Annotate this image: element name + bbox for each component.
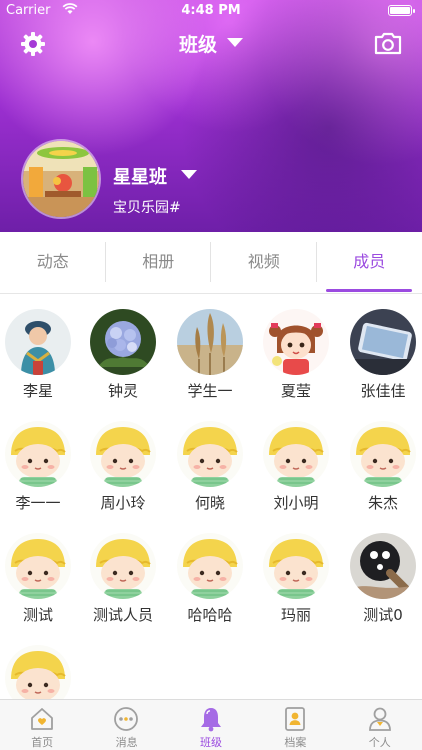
- member-item[interactable]: 钟灵: [81, 309, 165, 419]
- member-name: 张佳佳: [360, 382, 406, 400]
- member-item[interactable]: 夏莹: [254, 309, 338, 419]
- member-item[interactable]: 测试0: [341, 533, 422, 643]
- member-name: 测试: [22, 606, 53, 624]
- tabbar-class[interactable]: 班级: [169, 700, 253, 750]
- member-name: 刘小明: [273, 494, 319, 512]
- member-name: 朱杰: [367, 494, 398, 512]
- member-avatar: [177, 309, 243, 375]
- member-avatar: [263, 309, 329, 375]
- tab-video[interactable]: 视频: [211, 232, 317, 293]
- member-avatar: [90, 533, 156, 599]
- member-avatar: [90, 421, 156, 487]
- member-name: 李星: [22, 382, 53, 400]
- member-name: 周小玲: [100, 494, 146, 512]
- member-name: 测试0: [363, 606, 403, 624]
- chat-icon: [114, 707, 139, 731]
- member-item[interactable]: 李星: [0, 309, 80, 419]
- member-name: 钟灵: [107, 382, 138, 400]
- tab-updates[interactable]: 动态: [0, 232, 106, 293]
- page-title: 班级: [178, 34, 217, 56]
- member-item[interactable]: 李一一: [0, 421, 80, 531]
- member-item[interactable]: 朱杰: [341, 421, 422, 531]
- member-avatar: [5, 309, 71, 375]
- status-bar: Carrier 4:48 PM: [0, 0, 422, 22]
- member-avatar: [263, 421, 329, 487]
- tabbar-home[interactable]: 首页: [0, 700, 84, 750]
- active-tab-indicator: [326, 289, 412, 292]
- class-title-dropdown[interactable]: 班级: [0, 30, 422, 57]
- class-avatar[interactable]: [21, 139, 101, 219]
- member-item[interactable]: 周小玲: [81, 421, 165, 531]
- member-name: 玛丽: [280, 606, 311, 624]
- member-avatar: [5, 533, 71, 599]
- class-name[interactable]: 星星班: [113, 163, 167, 189]
- member-avatar: [5, 421, 71, 487]
- member-item[interactable]: 玛丽: [254, 533, 338, 643]
- tabbar-label: 首页: [31, 736, 54, 749]
- member-item[interactable]: 刘小明: [254, 421, 338, 531]
- member-avatar: [177, 533, 243, 599]
- member-name: 测试人员: [92, 606, 153, 624]
- member-avatar: [263, 533, 329, 599]
- bottom-tab-bar: 首页 消息 班级 档案 个人: [0, 699, 422, 750]
- classroom-photo: [23, 141, 99, 217]
- header-banner: Carrier 4:48 PM 班级 星星班 宝贝乐园#: [0, 0, 422, 232]
- tab-members[interactable]: 成员: [317, 232, 422, 293]
- school-name: 宝贝乐园#: [113, 200, 181, 216]
- member-avatar: [90, 309, 156, 375]
- member-item[interactable]: 何晓: [168, 421, 252, 531]
- tabbar-label: 消息: [115, 736, 138, 749]
- person-icon: [368, 707, 391, 731]
- chevron-down-icon: [227, 38, 243, 47]
- member-name: 夏莹: [280, 382, 311, 400]
- tabbar-messages[interactable]: 消息: [84, 700, 168, 750]
- member-item[interactable]: 测试: [0, 533, 80, 643]
- member-item[interactable]: 测试人员: [81, 533, 165, 643]
- member-item[interactable]: 学生一: [168, 309, 252, 419]
- tabbar-me[interactable]: 个人: [338, 700, 422, 750]
- chevron-down-icon[interactable]: [181, 170, 197, 179]
- member-avatar: [350, 533, 416, 599]
- bell-icon: [200, 708, 221, 732]
- member-name: 何晓: [194, 494, 225, 512]
- tabbar-label: 档案: [284, 736, 307, 749]
- camera-icon[interactable]: [374, 32, 402, 55]
- member-item[interactable]: 张佳佳: [341, 309, 422, 419]
- battery-icon: [388, 5, 415, 16]
- member-name: 哈哈哈: [187, 606, 233, 624]
- profile-card-icon: [285, 707, 306, 731]
- tabbar-archive[interactable]: 档案: [253, 700, 337, 750]
- home-icon: [31, 708, 53, 730]
- member-name: 李一一: [15, 494, 61, 512]
- tab-album[interactable]: 相册: [106, 232, 212, 293]
- member-name: 学生一: [187, 382, 233, 400]
- member-item[interactable]: 哈哈哈: [168, 533, 252, 643]
- member-avatar: [350, 309, 416, 375]
- member-avatar: [350, 421, 416, 487]
- member-avatar: [177, 421, 243, 487]
- clock: 4:48 PM: [181, 3, 241, 18]
- section-tabs: 动态 相册 视频 成员: [0, 232, 422, 294]
- tabbar-label: 班级: [199, 736, 222, 749]
- tabbar-label: 个人: [368, 736, 391, 749]
